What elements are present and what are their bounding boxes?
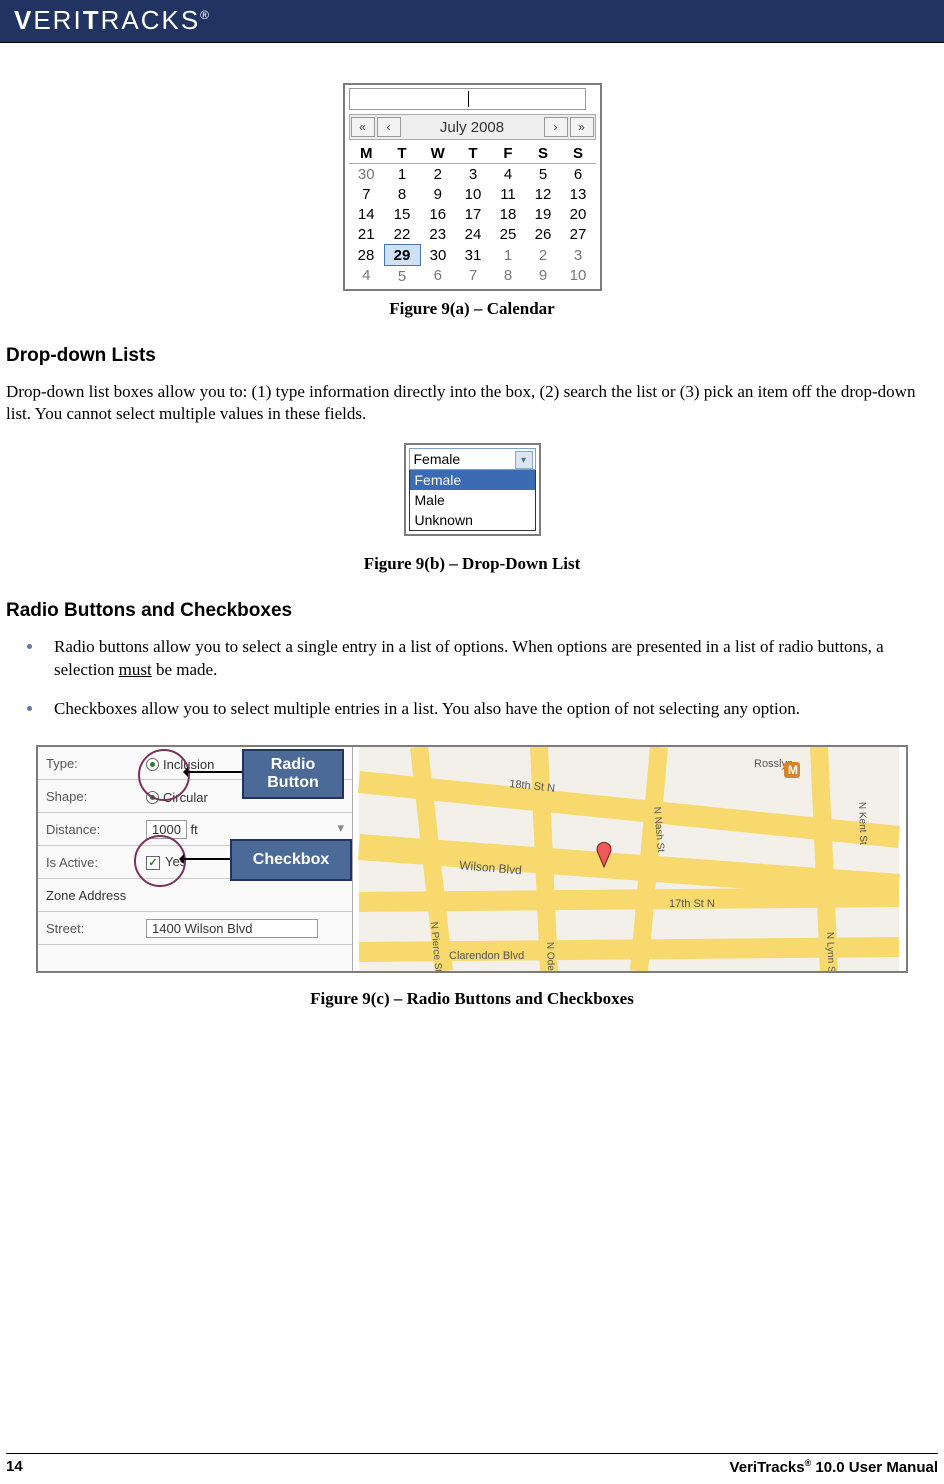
map-panel[interactable]: 18th St N Wilson Blvd 17th St N Clarendo… [352, 747, 906, 971]
calendar-day[interactable]: 9 [420, 184, 456, 204]
calendar-prev-button[interactable]: ‹ [377, 117, 401, 137]
calendar-day[interactable]: 30 [420, 245, 456, 266]
dropdown-lists-heading: Drop-down Lists [0, 345, 944, 367]
bullet-radio: Radio buttons allow you to select a sing… [44, 636, 944, 682]
dropdown-arrow-icon[interactable]: ▾ [515, 451, 533, 469]
calendar-day[interactable]: 2 [526, 245, 561, 266]
calendar-day[interactable]: 12 [526, 184, 561, 204]
calendar-day[interactable]: 31 [456, 245, 491, 266]
dropdown-widget: Female ▾ FemaleMaleUnknown [404, 443, 541, 536]
calendar-next-button[interactable]: › [544, 117, 568, 137]
calendar-day[interactable]: 23 [420, 224, 456, 245]
metro-icon: M [788, 763, 798, 777]
map-label: N Lynn St [824, 932, 837, 971]
map-label: Clarendon Blvd [449, 950, 524, 962]
calendar-day[interactable]: 8 [384, 184, 420, 204]
distance-unit: ft [191, 822, 198, 837]
calendar-title: July 2008 [402, 119, 543, 136]
calendar-day[interactable]: 19 [526, 204, 561, 224]
brand-logo: VERITRACKS® [14, 5, 211, 36]
calendar-day[interactable]: 28 [349, 245, 385, 266]
calendar-day[interactable]: 8 [491, 266, 526, 287]
label-distance: Distance: [38, 813, 138, 846]
calendar-day[interactable]: 4 [491, 164, 526, 185]
radio-checkbox-heading: Radio Buttons and Checkboxes [0, 600, 944, 622]
checkbox-callout-tag: Checkbox [230, 839, 352, 881]
calendar-dow: T [456, 143, 491, 164]
form-map-figure: Type: Inclusion Shape: Circular Distance… [36, 745, 908, 973]
footer-right: VeriTracks® 10.0 User Manual [730, 1458, 938, 1476]
calendar-day[interactable]: 25 [491, 224, 526, 245]
calendar-navbar: « ‹ July 2008 › » [349, 114, 596, 140]
dropdown-value: Female [414, 451, 461, 467]
radio-callout-arrow [186, 771, 242, 773]
calendar-day[interactable]: 7 [349, 184, 385, 204]
calendar-day[interactable]: 1 [384, 164, 420, 185]
dropdown-lists-paragraph: Drop-down list boxes allow you to: (1) t… [0, 381, 944, 425]
calendar-text-input[interactable] [349, 88, 586, 110]
page-number: 14 [6, 1458, 23, 1476]
calendar-day[interactable]: 20 [561, 204, 596, 224]
calendar-day[interactable]: 2 [420, 164, 456, 185]
calendar-day[interactable]: 24 [456, 224, 491, 245]
header-bar: VERITRACKS® [0, 0, 944, 43]
dropdown-option[interactable]: Male [410, 490, 535, 510]
calendar-dow: T [384, 143, 420, 164]
calendar-day[interactable]: 10 [456, 184, 491, 204]
calendar-day[interactable]: 26 [526, 224, 561, 245]
zone-address-header: Zone Address [38, 879, 352, 912]
calendar-dow: S [526, 143, 561, 164]
map-label: N Kent St [856, 802, 868, 845]
calendar-day[interactable]: 21 [349, 224, 385, 245]
calendar-day[interactable]: 30 [349, 164, 385, 185]
dropdown-options-list[interactable]: FemaleMaleUnknown [409, 470, 536, 531]
label-shape: Shape: [38, 780, 138, 813]
calendar-day[interactable]: 15 [384, 204, 420, 224]
calendar-day[interactable]: 9 [526, 266, 561, 287]
dropdown-option[interactable]: Unknown [410, 510, 535, 530]
calendar-day[interactable]: 13 [561, 184, 596, 204]
calendar-dow: W [420, 143, 456, 164]
calendar-day[interactable]: 10 [561, 266, 596, 287]
calendar-day[interactable]: 22 [384, 224, 420, 245]
dropdown-option[interactable]: Female [410, 470, 535, 490]
calendar-day[interactable]: 18 [491, 204, 526, 224]
calendar-day[interactable]: 16 [420, 204, 456, 224]
calendar-day[interactable]: 5 [384, 266, 420, 287]
figure-c-caption: Figure 9(c) – Radio Buttons and Checkbox… [0, 989, 944, 1009]
figure-b-caption: Figure 9(b) – Drop-Down List [0, 554, 944, 574]
calendar-widget: « ‹ July 2008 › » MTWTFSS301234567891011… [343, 83, 602, 291]
calendar-dow: M [349, 143, 385, 164]
calendar-dow: F [491, 143, 526, 164]
calendar-day[interactable]: 27 [561, 224, 596, 245]
calendar-day[interactable]: 6 [561, 164, 596, 185]
calendar-grid[interactable]: MTWTFSS301234567891011121314151617181920… [349, 143, 596, 286]
map-label: N Ode St [544, 942, 556, 971]
calendar-day[interactable]: 1 [491, 245, 526, 266]
calendar-day[interactable]: 17 [456, 204, 491, 224]
calendar-last-button[interactable]: » [570, 117, 594, 137]
calendar-day[interactable]: 3 [561, 245, 596, 266]
checkbox-callout-arrow [182, 858, 230, 860]
figure-a-caption: Figure 9(a) – Calendar [0, 299, 944, 319]
calendar-day[interactable]: 11 [491, 184, 526, 204]
street-input[interactable]: 1400 Wilson Blvd [146, 919, 318, 938]
calendar-day[interactable]: 3 [456, 164, 491, 185]
label-isactive: Is Active: [38, 846, 138, 879]
label-type: Type: [38, 747, 138, 780]
map-label: 17th St N [669, 898, 715, 910]
calendar-day[interactable]: 7 [456, 266, 491, 287]
radio-callout-tag: Radio Button [242, 749, 344, 799]
dropdown-input[interactable]: Female ▾ [409, 448, 536, 470]
calendar-first-button[interactable]: « [351, 117, 375, 137]
calendar-dow: S [561, 143, 596, 164]
calendar-day[interactable]: 29 [384, 245, 420, 266]
bullet-checkbox: Checkboxes allow you to select multiple … [44, 698, 944, 721]
calendar-day[interactable]: 4 [349, 266, 385, 287]
label-street: Street: [38, 912, 138, 945]
page-footer: 14 VeriTracks® 10.0 User Manual [6, 1453, 938, 1476]
calendar-day[interactable]: 5 [526, 164, 561, 185]
calendar-day[interactable]: 14 [349, 204, 385, 224]
calendar-day[interactable]: 6 [420, 266, 456, 287]
